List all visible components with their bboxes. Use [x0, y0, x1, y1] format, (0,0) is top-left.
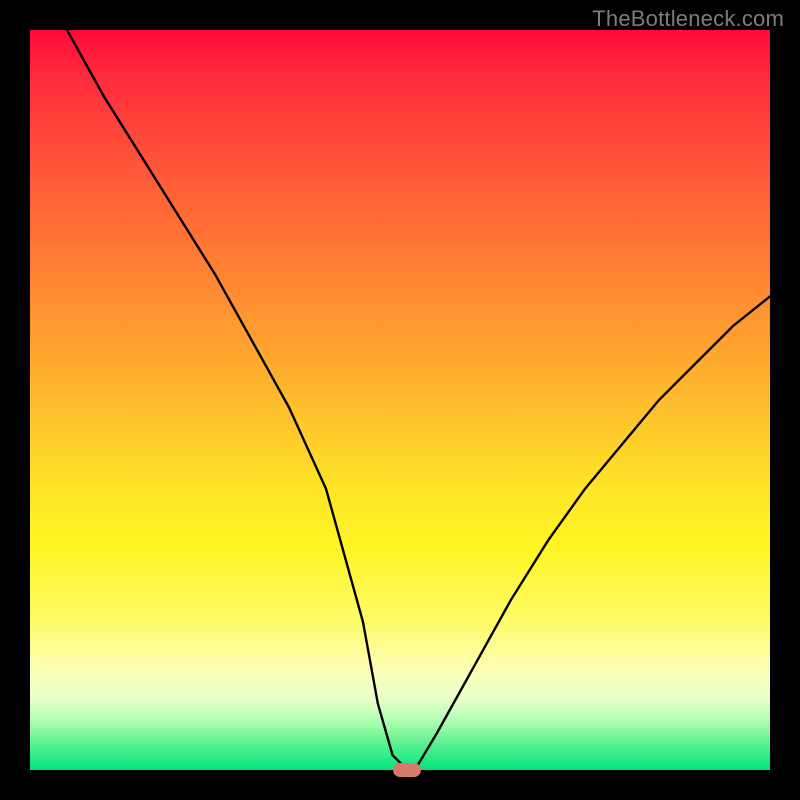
plot-area: [30, 30, 770, 770]
optimum-marker: [393, 763, 421, 777]
curve-svg: [30, 30, 770, 770]
chart-frame: TheBottleneck.com: [0, 0, 800, 800]
bottleneck-curve-path: [67, 30, 770, 770]
watermark-text: TheBottleneck.com: [592, 6, 784, 32]
